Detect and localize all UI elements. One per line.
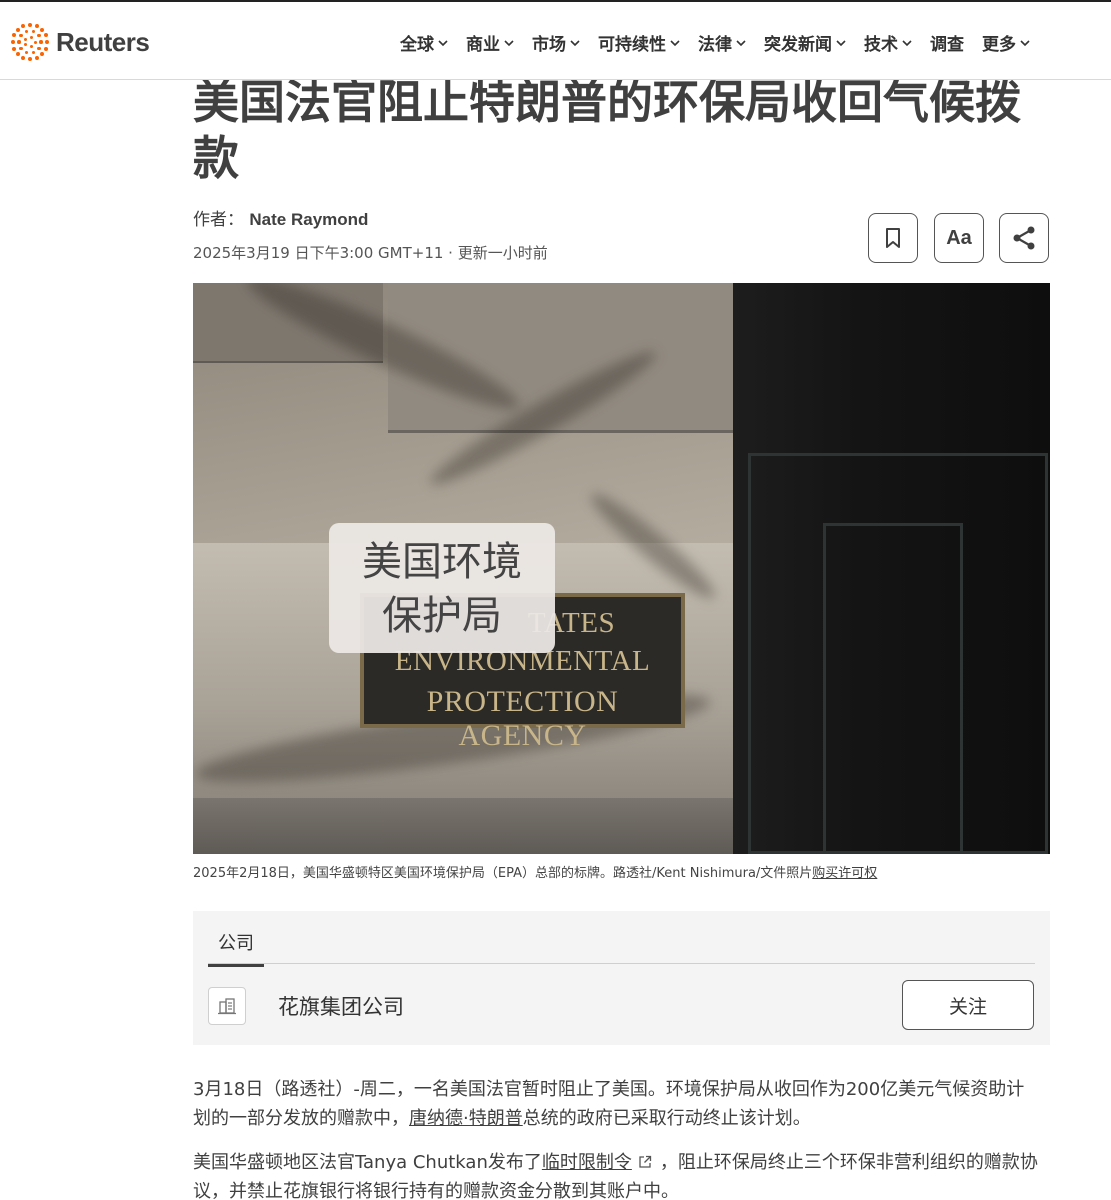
site-header: Reuters 全球 商业 市场 可持续性 法律 突发新闻 技术 调查 更多 — [0, 0, 1111, 80]
overlay-line-2: 保护局 — [382, 593, 502, 639]
chevron-down-icon — [570, 39, 580, 46]
follow-button[interactable]: 关注 — [902, 980, 1034, 1030]
nav-label: 可持续性 — [598, 35, 666, 55]
nav-label: 市场 — [532, 35, 566, 55]
nav-label: 全球 — [400, 35, 434, 55]
byline-prefix: 作者： — [193, 210, 244, 230]
chevron-down-icon — [836, 39, 846, 46]
nav-item-2[interactable]: 市场 — [532, 30, 580, 55]
share-icon — [1013, 226, 1035, 250]
bookmark-button[interactable] — [868, 213, 918, 263]
purchase-license-link[interactable]: 购买许可权 — [812, 866, 877, 881]
author-link[interactable]: Nate Raymond — [249, 210, 368, 229]
nav-item-7[interactable]: 调查 — [930, 30, 964, 55]
translation-overlay-label: 美国环境 保护局 — [329, 523, 555, 653]
nav-label: 技术 — [864, 35, 898, 55]
reuters-logo-mark-icon — [10, 22, 50, 62]
plaque-line-3: PROTECTION AGENCY — [426, 685, 619, 752]
nav-item-6[interactable]: 技术 — [864, 30, 912, 55]
main-nav: 全球 商业 市场 可持续性 法律 突发新闻 技术 调查 更多 — [400, 30, 1048, 55]
nav-item-8[interactable]: 更多 — [982, 30, 1030, 55]
chevron-down-icon — [438, 39, 448, 46]
tab-companies[interactable]: 公司 — [208, 929, 264, 967]
article-paragraph-2: 美国华盛顿地区法官Tanya Chutkan发布了临时限制令 ，阻止环保局终止三个… — [193, 1152, 1038, 1200]
brand-name: Reuters — [56, 26, 150, 57]
divider — [208, 963, 1035, 964]
reuters-logo[interactable]: Reuters — [10, 22, 150, 62]
article-photo[interactable]: TATES ENVIRONMENTAL PROTECTION AGENCY 美国… — [193, 283, 1050, 854]
article-paragraph-1: 3月18日（路透社）-周二，一名美国法官暂时阻止了美国。环境保护局从收回作为20… — [193, 1079, 1025, 1129]
donald-trump-link[interactable]: 唐纳德·特朗普 — [409, 1108, 523, 1129]
text-size-button[interactable]: Aa — [934, 213, 984, 263]
building-icon — [208, 987, 246, 1025]
article-dateline: 2025年3月19 日下午3:00 GMT+11 · 更新一小时前 — [193, 244, 548, 262]
share-button[interactable] — [999, 213, 1049, 263]
nav-item-3[interactable]: 可持续性 — [598, 30, 680, 55]
byline: 作者： Nate Raymond — [193, 205, 368, 230]
overlay-line-1: 美国环境 — [362, 539, 522, 585]
chevron-down-icon — [1020, 39, 1030, 46]
bookmark-icon — [886, 228, 900, 248]
external-link-icon — [639, 1155, 652, 1168]
nav-item-1[interactable]: 商业 — [466, 30, 514, 55]
company-name-citigroup[interactable]: 花旗集团公司 — [278, 991, 404, 1021]
nav-item-5[interactable]: 突发新闻 — [764, 30, 846, 55]
chevron-down-icon — [670, 39, 680, 46]
nav-label: 商业 — [466, 35, 500, 55]
article-headline: 美国法官阻止特朗普的环保局收回气候拨款 — [193, 75, 1021, 185]
restraining-order-link[interactable]: 临时限制令 — [542, 1152, 632, 1173]
photo-caption: 2025年2月18日，美国华盛顿特区美国环境保护局（EPA）总部的标牌。路透社/… — [193, 862, 877, 881]
nav-label: 调查 — [930, 35, 964, 55]
chevron-down-icon — [902, 39, 912, 46]
chevron-down-icon — [504, 39, 514, 46]
nav-item-0[interactable]: 全球 — [400, 30, 448, 55]
caption-text: 2025年2月18日，美国华盛顿特区美国环境保护局（EPA）总部的标牌。路透社/… — [193, 866, 813, 881]
nav-label: 法律 — [698, 35, 732, 55]
nav-label: 更多 — [982, 35, 1016, 55]
chevron-down-icon — [736, 39, 746, 46]
companies-panel: 公司 花旗集团公司 关注 — [193, 911, 1050, 1045]
nav-item-4[interactable]: 法律 — [698, 30, 746, 55]
nav-label: 突发新闻 — [764, 35, 832, 55]
